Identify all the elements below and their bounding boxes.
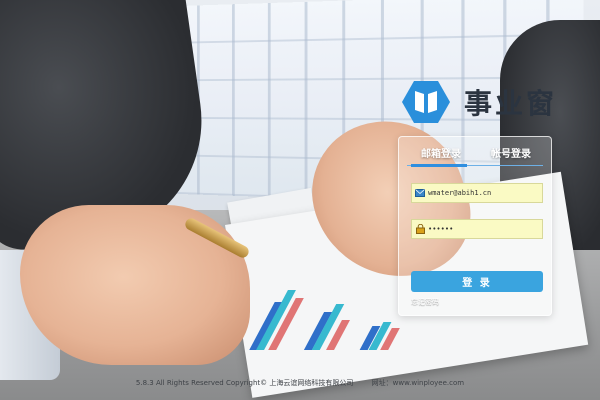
footer-copyright: 5.8.3 All Rights Reserved Copyright© 上海云… — [135, 379, 354, 387]
hand-left — [20, 205, 250, 365]
login-button[interactable]: 登 录 — [411, 271, 543, 292]
login-panel: 邮箱登录 帐号登录 wmater@abih1.cn •••••• 登 录 忘记密… — [398, 136, 552, 316]
password-value: •••••• — [428, 225, 454, 233]
email-field[interactable]: wmater@abih1.cn — [411, 183, 543, 203]
report-bar-chart — [249, 270, 402, 350]
mail-icon — [412, 189, 428, 197]
password-field[interactable]: •••••• — [411, 219, 543, 239]
tab-active-indicator — [411, 164, 467, 167]
login-tabs: 邮箱登录 帐号登录 — [399, 145, 551, 167]
tab-email-login[interactable]: 邮箱登录 — [421, 145, 461, 160]
forgot-password-link[interactable]: 忘记密码 — [411, 297, 439, 307]
tab-account-login[interactable]: 帐号登录 — [491, 145, 531, 160]
footer: 5.8.3 All Rights Reserved Copyright© 上海云… — [0, 378, 600, 388]
brand-name: 事业窗 — [464, 87, 558, 120]
footer-website: 网址：www.winployee.com — [371, 379, 465, 387]
lock-icon — [412, 224, 428, 234]
brand-logo: 事业窗 — [400, 79, 557, 125]
window-logo-icon — [400, 79, 452, 125]
email-value: wmater@abih1.cn — [428, 189, 492, 197]
